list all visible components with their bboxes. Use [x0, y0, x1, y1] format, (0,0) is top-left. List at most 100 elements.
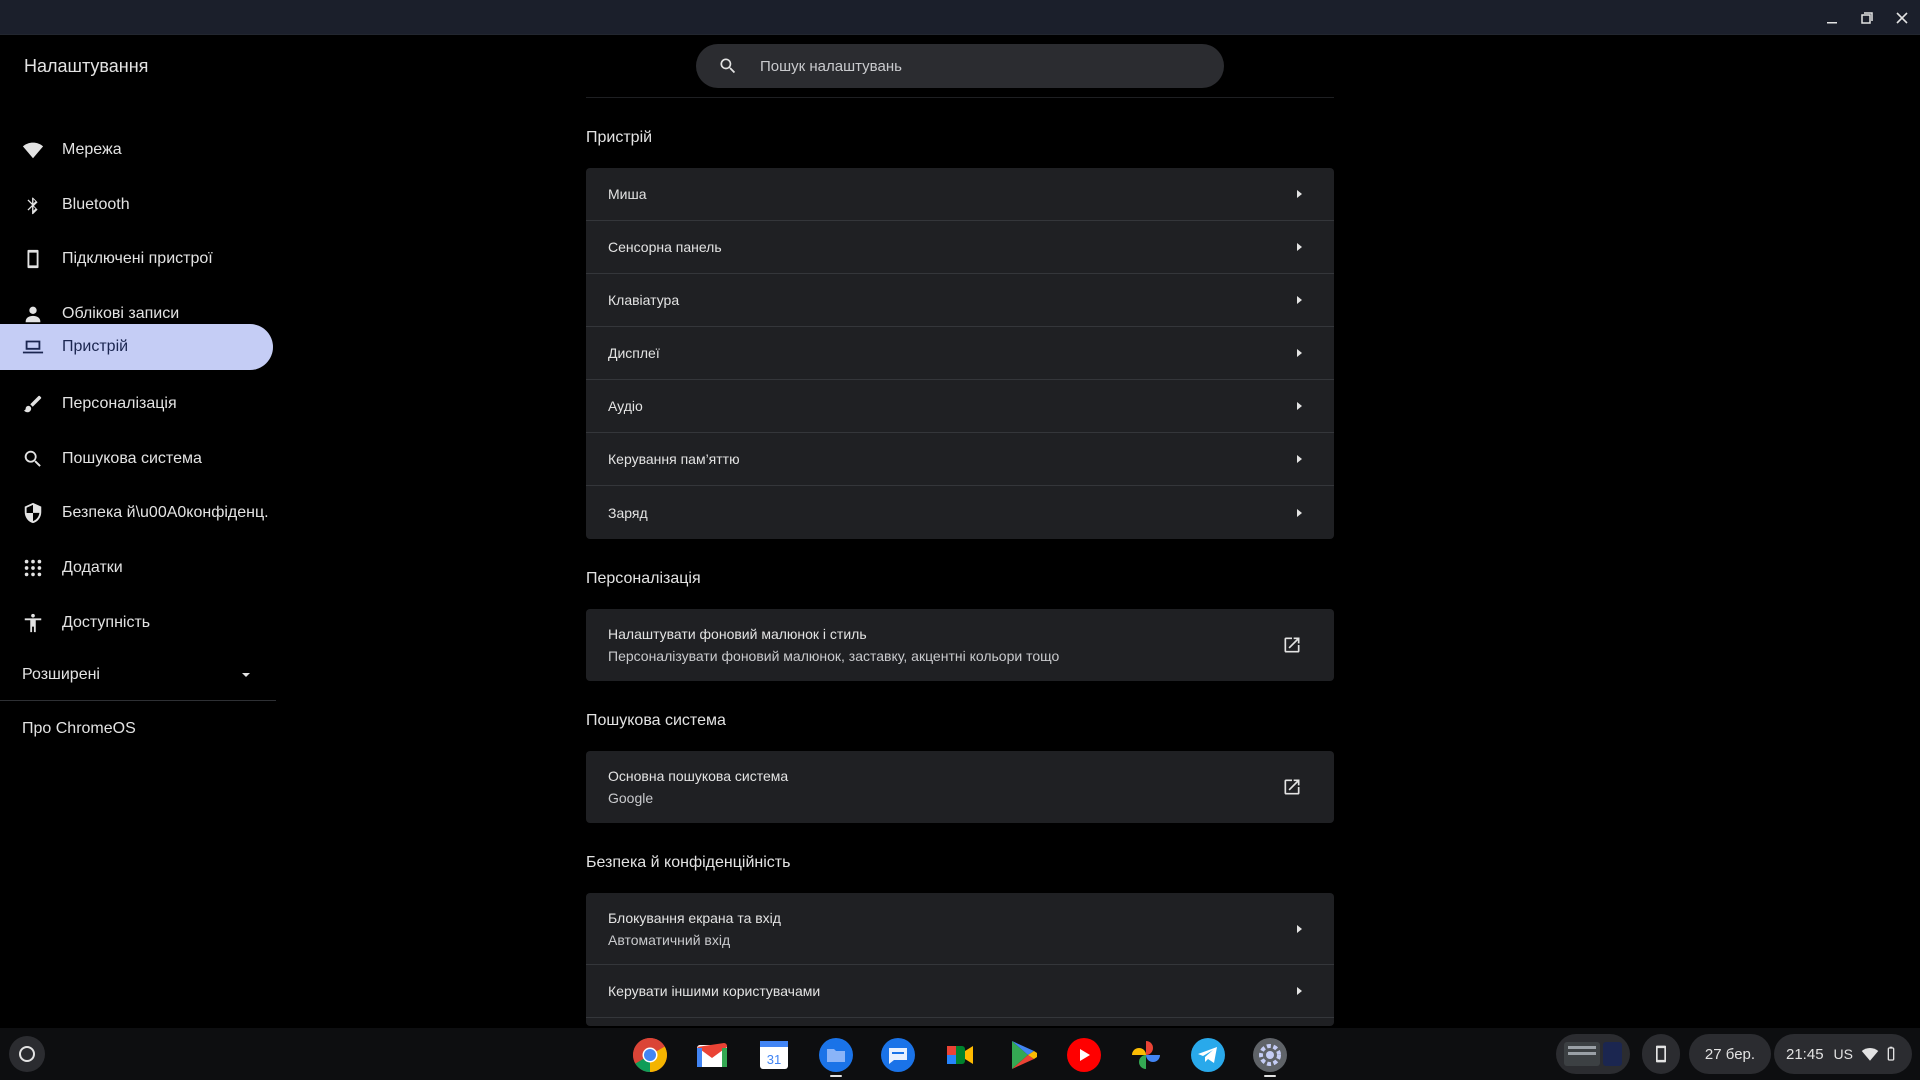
- close-icon: [1896, 12, 1908, 24]
- close-button[interactable]: [1890, 6, 1914, 30]
- sidebar-item-bluetooth[interactable]: Bluetooth: [0, 182, 273, 228]
- accessibility-icon: [21, 611, 45, 635]
- row-preferred-search-engine[interactable]: Основна пошукова система Google: [586, 751, 1334, 823]
- row-manage-users[interactable]: Керувати іншими користувачами: [586, 965, 1334, 1018]
- open-external-icon: [1282, 635, 1302, 655]
- time-label: 21:45: [1786, 1045, 1824, 1063]
- search-engine-card: Основна пошукова система Google: [586, 751, 1334, 823]
- sidebar-item-label: Додатки: [62, 559, 123, 576]
- gmail-icon[interactable]: [693, 1036, 731, 1074]
- section-title-device: Пристрій: [586, 129, 653, 146]
- phone-hub-button[interactable]: [1642, 1034, 1680, 1074]
- chevron-right-icon: [1294, 924, 1304, 934]
- calendar-icon[interactable]: 31: [755, 1036, 793, 1074]
- status-tray[interactable]: 21:45 US: [1774, 1034, 1912, 1074]
- sidebar-item-security[interactable]: Безпека й\u00A0конфіденц.: [0, 490, 273, 536]
- dropdown-arrow-icon: [242, 673, 250, 677]
- row-touchpad[interactable]: Сенсорна панель: [586, 221, 1334, 274]
- row-label: Аудіо: [608, 398, 643, 414]
- row-displays[interactable]: Дисплеї: [586, 327, 1334, 380]
- about-chromeos-link[interactable]: Про ChromeOS: [22, 720, 136, 738]
- sidebar: Налаштування Мережа Bluetooth Підключені…: [0, 36, 276, 1026]
- launcher-icon: [19, 1046, 35, 1062]
- sidebar-item-device[interactable]: Пристрій: [0, 324, 273, 370]
- photos-icon[interactable]: [1127, 1036, 1165, 1074]
- search-icon: [720, 58, 736, 74]
- files-icon[interactable]: [817, 1036, 855, 1074]
- shield-icon: [21, 501, 45, 525]
- row-label: Блокування екрана та вхід: [608, 909, 781, 926]
- chevron-right-icon: [1294, 454, 1304, 464]
- phone-icon: [21, 247, 45, 271]
- launcher-button[interactable]: [9, 1036, 45, 1072]
- row-label: Заряд: [608, 504, 648, 521]
- sidebar-item-label: Безпека й\u00A0конфіденц.: [62, 504, 269, 521]
- sidebar-item-label: Облікові записи: [62, 305, 180, 322]
- sidebar-item-network[interactable]: Мережа: [0, 127, 273, 173]
- row-sublabel: Персоналізувати фоновий малюнок, заставк…: [608, 648, 1060, 664]
- app-title: Налаштування: [24, 56, 149, 76]
- chrome-icon[interactable]: [631, 1036, 669, 1074]
- row-label: Керування пам’яттю: [608, 451, 740, 467]
- row-label: Дисплеї: [608, 345, 660, 361]
- restore-icon: [1861, 12, 1873, 24]
- play-store-icon[interactable]: [1003, 1036, 1041, 1074]
- settings-icon[interactable]: [1251, 1036, 1289, 1074]
- date-label: 27 бер.: [1704, 1045, 1756, 1063]
- row-label: Сенсорна панель: [608, 239, 722, 255]
- row-screen-lock[interactable]: Блокування екрана та вхід Автоматичний в…: [586, 893, 1334, 965]
- advanced-label: Розширені: [22, 666, 100, 683]
- desks-button[interactable]: [1556, 1034, 1630, 1074]
- content-top-divider: [586, 97, 1334, 98]
- section-title-search-engine: Пошукова система: [586, 712, 726, 729]
- chevron-right-icon: [1294, 986, 1304, 996]
- restore-button[interactable]: [1855, 6, 1879, 30]
- chevron-right-icon: [1294, 401, 1304, 411]
- youtube-icon[interactable]: [1065, 1036, 1103, 1074]
- laptop-icon: [21, 335, 45, 359]
- advanced-toggle[interactable]: Розширені: [22, 660, 254, 690]
- sidebar-item-label: Пристрій: [62, 338, 129, 355]
- wifi-icon: [1861, 1048, 1879, 1061]
- date-tray[interactable]: 27 бер.: [1689, 1034, 1771, 1074]
- personalization-card: Налаштувати фоновий малюнок і стиль Перс…: [586, 609, 1334, 681]
- sidebar-item-search-engine[interactable]: Пошукова система: [0, 436, 273, 482]
- search-placeholder: Пошук налаштувань: [760, 57, 902, 75]
- sidebar-item-accessibility[interactable]: Доступність: [0, 600, 273, 646]
- search-field[interactable]: Пошук налаштувань: [696, 44, 1224, 88]
- chevron-right-icon: [1294, 242, 1304, 252]
- row-keyboard[interactable]: Клавіатура: [586, 274, 1334, 327]
- meet-icon[interactable]: [941, 1036, 979, 1074]
- sidebar-item-personalization[interactable]: Персоналізація: [0, 381, 273, 427]
- phone-icon: [1656, 1045, 1666, 1063]
- row-power[interactable]: Заряд: [586, 486, 1334, 539]
- wifi-icon: [21, 138, 45, 162]
- row-mouse[interactable]: Миша: [586, 168, 1334, 221]
- row-wallpaper-style[interactable]: Налаштувати фоновий малюнок і стиль Перс…: [586, 609, 1334, 681]
- sidebar-item-label: Підключені пристрої: [62, 250, 213, 267]
- desks-thumbnail-icon: [1564, 1042, 1622, 1066]
- sidebar-divider: [0, 700, 276, 701]
- keyboard-layout-label: US: [1833, 1046, 1853, 1062]
- sidebar-item-label: Пошукова система: [62, 450, 202, 467]
- chevron-right-icon: [1294, 348, 1304, 358]
- telegram-icon[interactable]: [1189, 1036, 1227, 1074]
- minimize-icon: [1827, 22, 1837, 24]
- section-title-security: Безпека й конфіденційність: [586, 854, 791, 871]
- row-audio[interactable]: Аудіо: [586, 380, 1334, 433]
- row-sublabel: Автоматичний вхід: [608, 931, 731, 948]
- person-icon: [21, 302, 45, 326]
- minimize-button[interactable]: [1820, 6, 1844, 30]
- sidebar-item-label: Bluetooth: [62, 196, 130, 213]
- sidebar-item-label: Доступність: [62, 614, 151, 631]
- apps-grid-icon: [21, 556, 45, 580]
- sidebar-item-connected-devices[interactable]: Підключені пристрої: [0, 236, 273, 282]
- section-title-personalization: Персоналізація: [586, 570, 701, 587]
- row-storage[interactable]: Керування пам’яттю: [586, 433, 1334, 486]
- bluetooth-icon: [21, 193, 45, 217]
- messages-icon[interactable]: [879, 1036, 917, 1074]
- device-card: Миша Сенсорна панель Клавіатура Дисплеї …: [586, 168, 1334, 539]
- row-label: Основна пошукова система: [608, 768, 789, 784]
- sidebar-item-apps[interactable]: Додатки: [0, 545, 273, 591]
- search-icon: [21, 447, 45, 471]
